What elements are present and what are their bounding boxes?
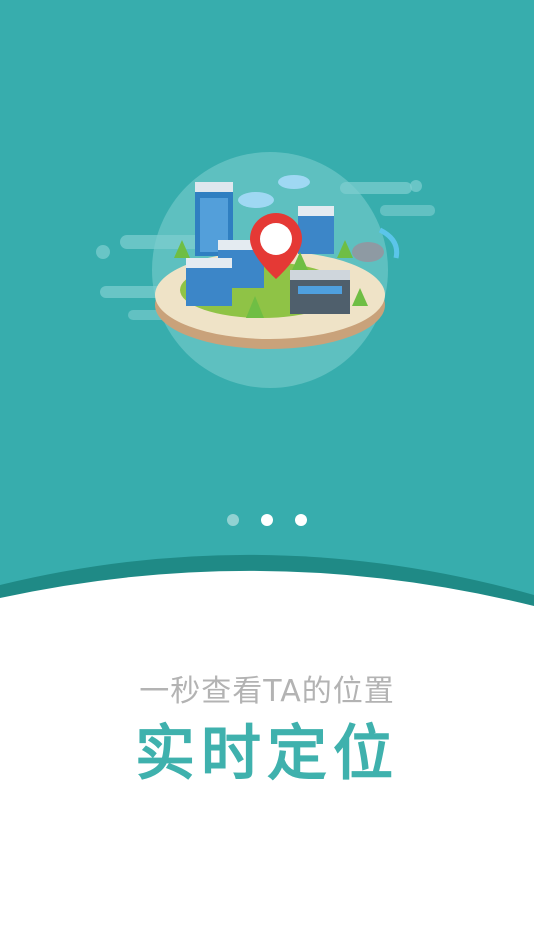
office-building-left	[186, 266, 232, 306]
onboarding-title: 实时定位	[135, 719, 399, 789]
streak	[380, 205, 435, 216]
streak-dot	[96, 245, 110, 259]
page-dot[interactable]	[295, 514, 307, 526]
cloud	[238, 192, 274, 208]
cloud	[278, 175, 310, 189]
office-building-back	[298, 214, 334, 254]
onboarding-hero	[0, 0, 534, 950]
page-dot[interactable]	[227, 514, 239, 526]
page-indicator	[0, 514, 534, 528]
hero-background	[0, 0, 534, 950]
streak	[340, 182, 412, 194]
streak-dot	[410, 180, 422, 192]
factory-building	[290, 278, 350, 314]
onboarding-subtitle: 一秒查看TA的位置	[139, 674, 395, 709]
satellite-dish	[352, 242, 384, 262]
page-dot-active[interactable]	[261, 514, 273, 526]
